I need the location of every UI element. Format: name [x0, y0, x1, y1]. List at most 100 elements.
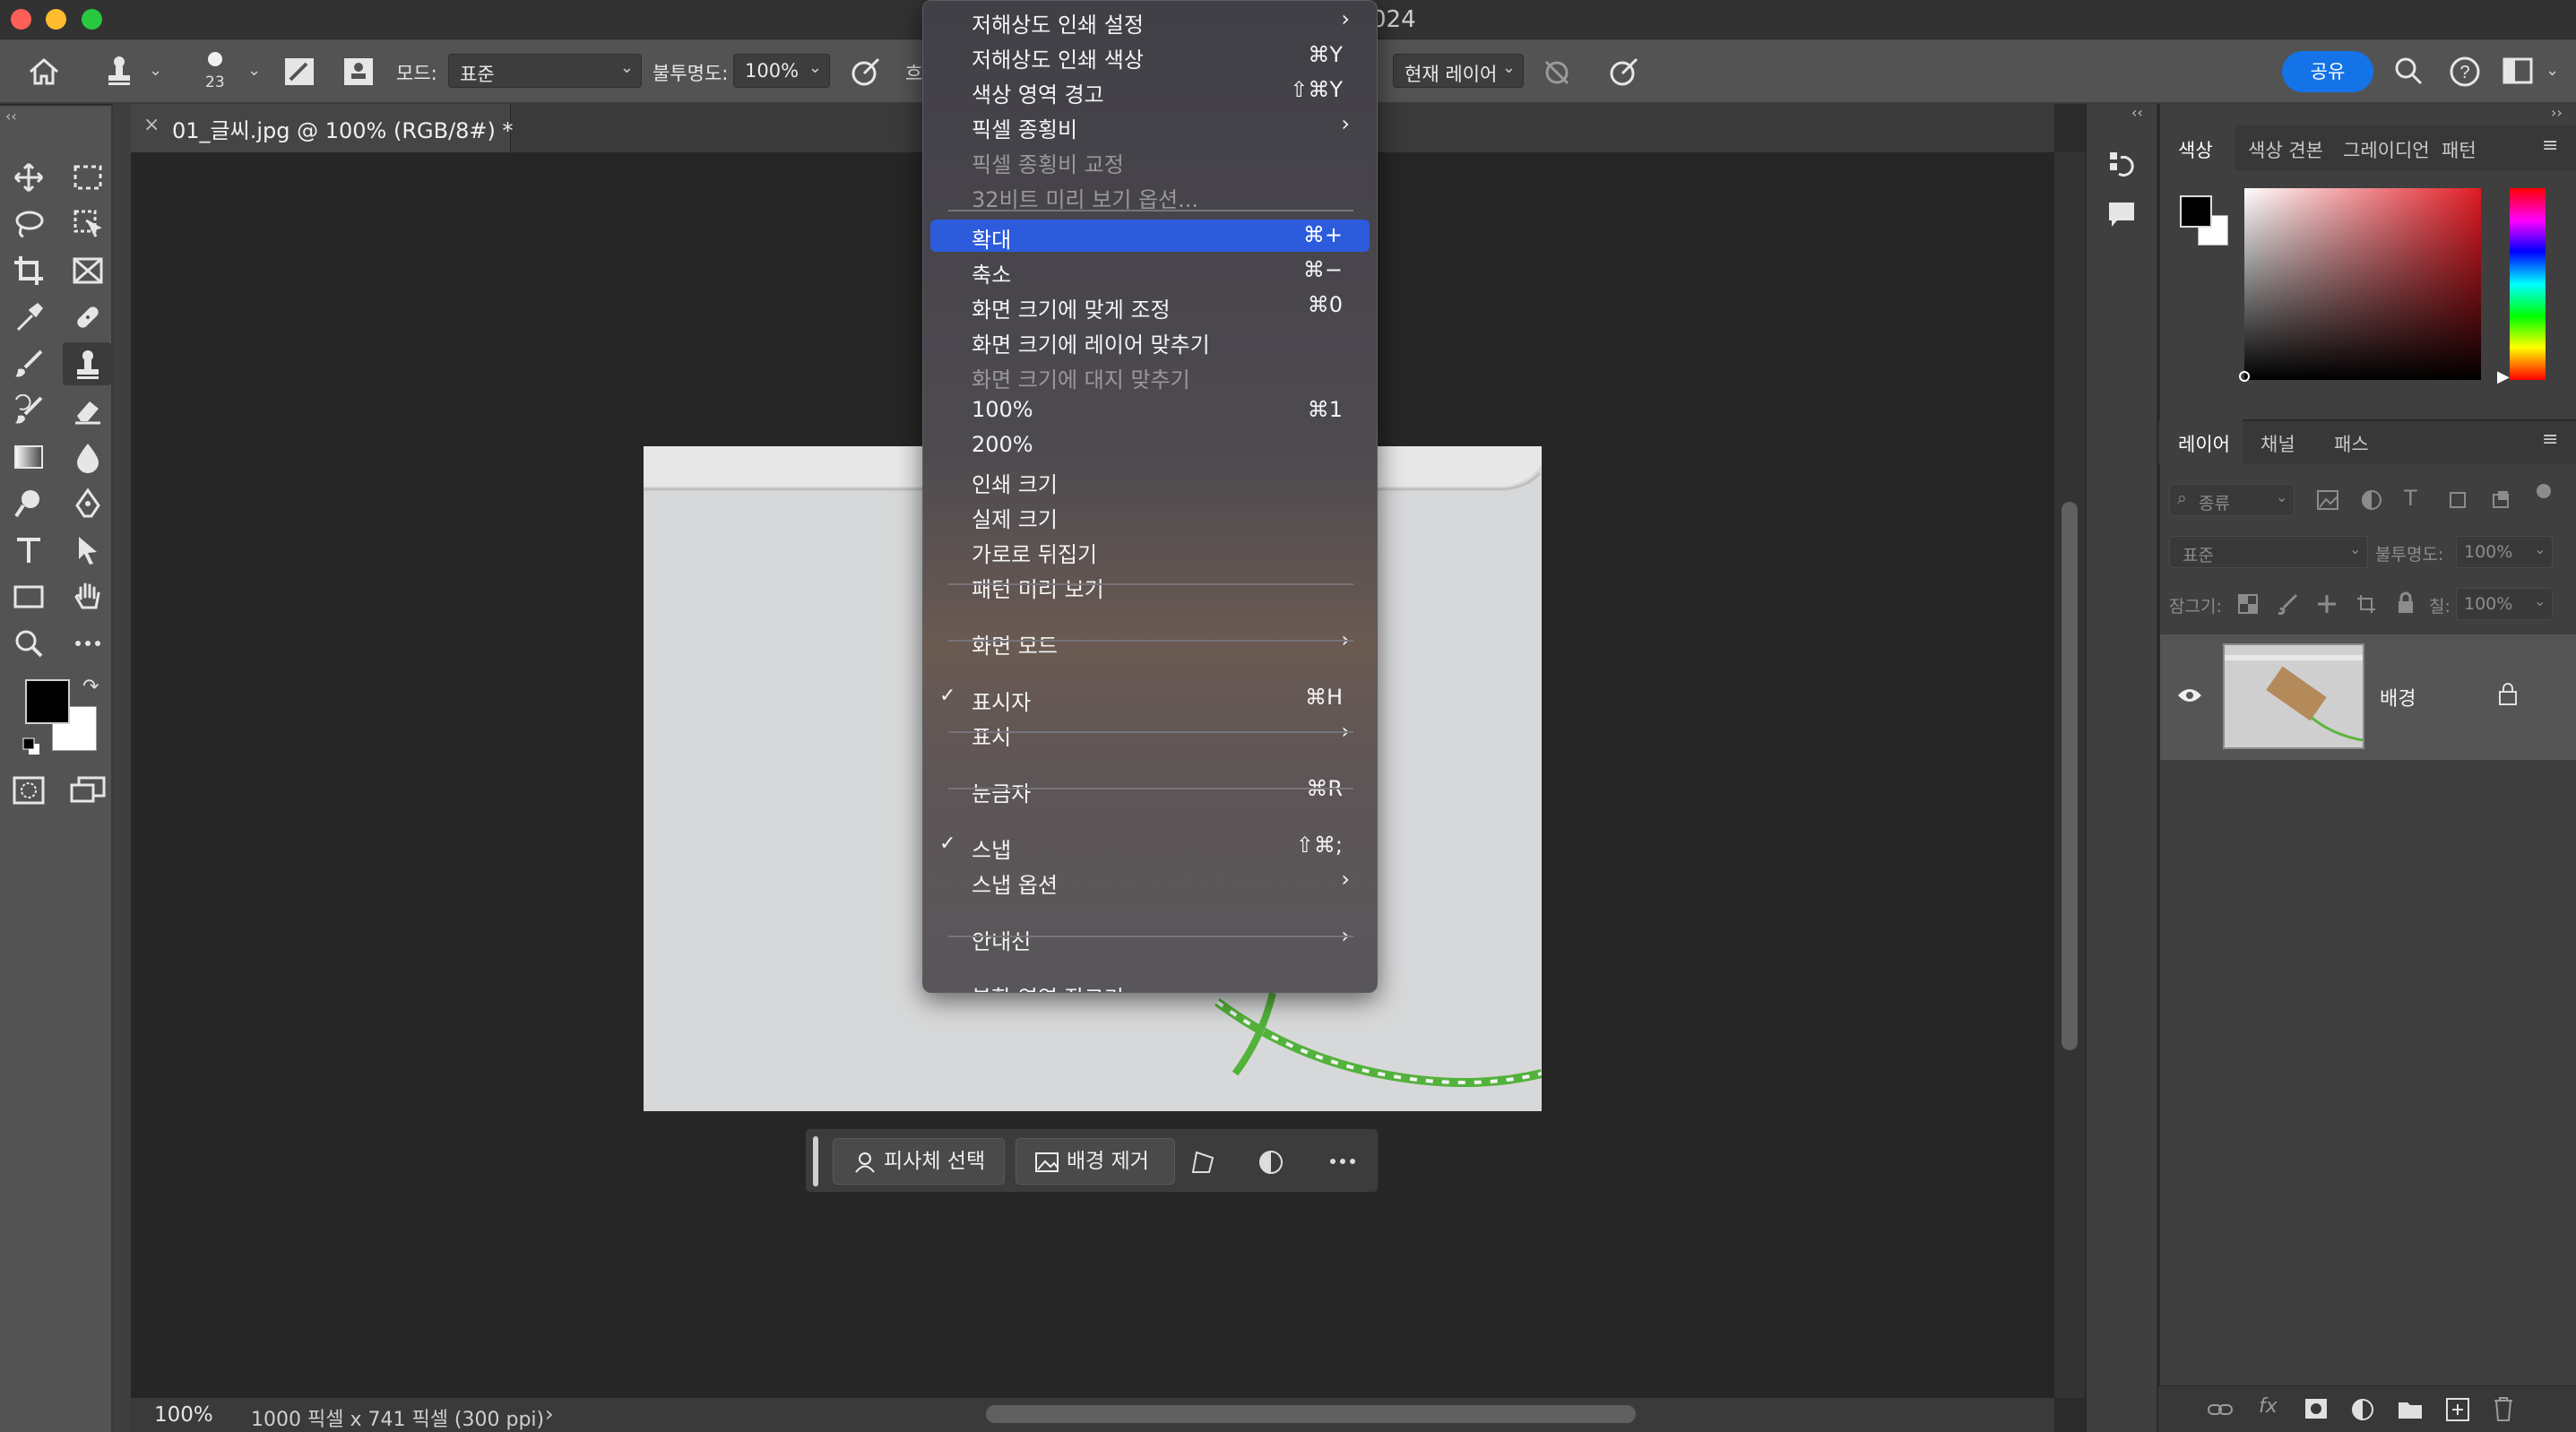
tab-layers[interactable]: 레이어 [2178, 430, 2230, 457]
lock-transparent-icon[interactable] [2237, 593, 2259, 615]
add-mask-icon[interactable] [2304, 1397, 2329, 1420]
comments-panel-icon[interactable] [2106, 199, 2137, 229]
menu-item[interactable]: 실제 크기 [930, 499, 1370, 532]
move-tool-icon[interactable] [13, 161, 45, 194]
pressure-opacity-icon[interactable] [850, 56, 882, 88]
lock-artboard-icon[interactable] [2356, 593, 2377, 615]
lock-pixels-icon[interactable] [2277, 593, 2298, 615]
share-button[interactable]: 공유 [2282, 51, 2373, 92]
menu-item[interactable]: 분할 영역 잠그기 [930, 978, 1370, 992]
link-layers-icon[interactable] [2207, 1399, 2234, 1420]
help-icon[interactable]: ? [2449, 56, 2481, 88]
mode-select[interactable]: 표준 ⌄ [448, 54, 642, 88]
brush-settings-icon[interactable] [283, 56, 316, 87]
menu-item[interactable]: 눈금자 ⌘R [930, 773, 1370, 807]
transform-icon[interactable] [1189, 1149, 1216, 1176]
menu-item[interactable]: 가로로 뒤집기 [930, 534, 1370, 567]
filter-toggle-icon[interactable] [2537, 484, 2551, 498]
color-picker-cursor[interactable] [2239, 371, 2250, 382]
hand-tool-icon[interactable] [72, 581, 104, 613]
menu-item[interactable]: 표시› [930, 717, 1370, 750]
menu-item[interactable]: 화면 크기에 레이어 맞추기 [930, 324, 1370, 358]
hue-slider-handle-icon[interactable]: ▶ [2497, 367, 2510, 386]
tab-gradients[interactable]: 그레이디언 [2343, 136, 2430, 163]
default-colors-icon[interactable] [22, 737, 41, 756]
tab-patterns[interactable]: 패턴 [2442, 136, 2477, 163]
marquee-tool-icon[interactable] [72, 161, 104, 194]
menu-item[interactable]: 200% [930, 429, 1370, 462]
swap-colors-icon[interactable]: ↷ [82, 676, 99, 698]
clone-stamp-tool-icon[interactable] [103, 54, 135, 88]
layer-opacity-field[interactable]: 100% ⌄ [2456, 536, 2553, 568]
minimize-window-button[interactable] [46, 9, 66, 30]
history-panel-icon[interactable] [2106, 149, 2137, 181]
layers-panel-menu-icon[interactable]: ≡ [2542, 428, 2558, 451]
type-tool-icon[interactable] [13, 534, 45, 566]
clone-stamp-tool-icon[interactable] [72, 348, 104, 380]
sample-select[interactable]: 현재 레이어 ⌄ [1393, 54, 1524, 88]
tool-preset-chevron-icon[interactable]: ⌄ [149, 61, 162, 80]
foreground-color-swatch[interactable] [25, 679, 70, 724]
healing-brush-tool-icon[interactable] [72, 301, 104, 333]
panel-foreground-swatch[interactable] [2180, 195, 2212, 228]
new-layer-icon[interactable] [2445, 1397, 2470, 1422]
menu-item[interactable]: 인쇄 크기 [930, 464, 1370, 497]
brush-tool-icon[interactable] [13, 348, 45, 380]
workspace-chevron-icon[interactable]: ⌄ [2546, 61, 2559, 80]
new-adjustment-layer-icon[interactable] [2350, 1397, 2375, 1422]
menu-item[interactable]: 화면 모드› [930, 625, 1370, 659]
menu-item[interactable]: 축소 ⌘− [930, 254, 1370, 288]
expand-panels-icon[interactable]: ›› [2551, 104, 2563, 121]
zoom-tool-icon[interactable] [13, 627, 45, 660]
zoom-window-button[interactable] [82, 9, 102, 30]
tab-paths[interactable]: 패스 [2334, 430, 2369, 457]
eyedropper-tool-icon[interactable] [13, 301, 45, 333]
more-tools-icon[interactable] [72, 627, 104, 660]
lasso-tool-icon[interactable] [13, 208, 45, 240]
filter-smart-object-icon[interactable] [2490, 489, 2511, 511]
zoom-level[interactable]: 100% [154, 1403, 213, 1427]
filter-pixel-icon[interactable] [2316, 489, 2339, 511]
menu-item[interactable]: 안내선› [930, 921, 1370, 954]
lock-position-icon[interactable] [2316, 593, 2338, 615]
search-icon[interactable] [2393, 56, 2424, 86]
tab-color[interactable]: 색상 [2178, 136, 2213, 163]
crop-tool-icon[interactable] [13, 254, 45, 287]
menu-item[interactable]: 저해상도 인쇄 색상 ⌘Y [930, 39, 1370, 73]
home-icon[interactable] [27, 56, 61, 88]
taskbar-drag-handle[interactable] [813, 1136, 818, 1186]
menu-item[interactable]: 스냅 옵션 › [930, 865, 1370, 898]
opacity-field[interactable]: 100% ⌄ [733, 54, 830, 88]
close-tab-icon[interactable]: × [143, 114, 160, 136]
eraser-tool-icon[interactable] [72, 394, 104, 427]
filter-adjustment-icon[interactable] [2361, 489, 2382, 511]
more-options-icon[interactable] [1329, 1156, 1356, 1167]
frame-tool-icon[interactable] [72, 254, 104, 287]
layer-fill-field[interactable]: 100% ⌄ [2456, 588, 2553, 620]
hue-slider[interactable] [2510, 188, 2546, 380]
remove-background-button[interactable]: 배경 제거 [1016, 1138, 1175, 1185]
menu-item[interactable]: 패턴 미리 보기 [930, 569, 1370, 602]
pen-tool-icon[interactable] [72, 487, 104, 520]
status-menu-arrow-icon[interactable]: › [545, 1402, 554, 1427]
lock-all-icon[interactable] [2395, 591, 2416, 615]
workspace-icon[interactable] [2503, 57, 2533, 84]
tab-channels[interactable]: 채널 [2260, 430, 2295, 457]
ignore-adjustment-layers-icon[interactable] [1542, 57, 1572, 88]
dodge-tool-icon[interactable] [13, 487, 45, 520]
layer-name[interactable]: 배경 [2380, 683, 2416, 712]
layer-filter-select[interactable]: ⌕ 종류 ⌄ [2169, 484, 2295, 516]
menu-item[interactable]: 저해상도 인쇄 설정 › [930, 4, 1370, 38]
screen-mode-icon[interactable] [70, 776, 106, 805]
object-selection-tool-icon[interactable] [72, 208, 104, 240]
select-subject-button[interactable]: 피사체 선택 [833, 1138, 1005, 1185]
layer-effects-icon[interactable]: fx [2259, 1395, 2278, 1418]
menu-item[interactable]: 100% ⌘1 [930, 394, 1370, 427]
tab-swatches[interactable]: 색상 견본 [2248, 136, 2323, 163]
clone-source-icon[interactable] [342, 56, 375, 87]
collapse-panels-icon[interactable]: ‹‹ [2131, 104, 2143, 121]
delete-layer-icon[interactable] [2492, 1395, 2515, 1422]
layer-lock-icon[interactable] [2497, 681, 2519, 706]
history-brush-tool-icon[interactable] [13, 394, 45, 427]
blend-mode-select[interactable]: 표준 ⌄ [2169, 536, 2368, 568]
